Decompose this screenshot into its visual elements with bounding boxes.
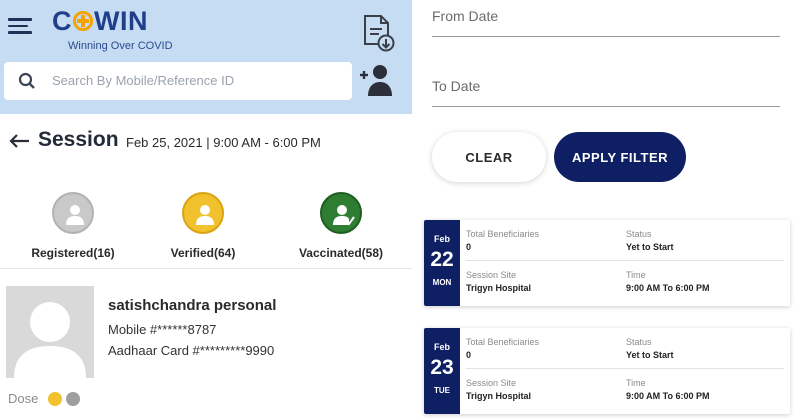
session-date-time: Feb 25, 2021 | 9:00 AM - 6:00 PM (126, 135, 321, 150)
from-date-field[interactable]: From Date (432, 8, 498, 24)
session-screen: C WIN Winning Over COVID Search By Mobile… (0, 0, 412, 419)
status-value: Yet to Start (626, 350, 674, 360)
from-date-underline (432, 36, 780, 37)
session-date-badge: Feb 23 TUE (424, 328, 460, 414)
cowin-logo: C WIN (52, 6, 148, 36)
to-date-underline (432, 106, 780, 107)
time-value: 9:00 AM To 6:00 PM (626, 283, 710, 293)
tab-vaccinated[interactable]: Vaccinated(58) (286, 192, 396, 260)
divider (0, 268, 412, 269)
time-caption: Time (626, 378, 646, 388)
dose-label: Dose (8, 391, 39, 406)
to-date-field[interactable]: To Date (432, 78, 480, 94)
download-document-icon[interactable] (360, 14, 396, 52)
search-icon (18, 72, 35, 89)
session-site-caption: Session Site (466, 270, 517, 280)
status-value: Yet to Start (626, 242, 674, 252)
vaccinated-user-icon (320, 192, 362, 234)
page-title: Session (38, 128, 119, 151)
app-header: C WIN Winning Over COVID Search By Mobile… (0, 0, 412, 114)
total-beneficiaries-caption: Total Beneficiaries (466, 337, 540, 347)
date-weekday: MON (432, 278, 452, 287)
panel-separator (412, 0, 420, 419)
date-day: 22 (430, 248, 454, 271)
apply-filter-button[interactable]: APPLY FILTER (554, 132, 686, 182)
status-caption: Status (626, 337, 652, 347)
date-month: Feb (433, 342, 450, 352)
session-header: Session Feb 25, 2021 | 9:00 AM - 6:00 PM (8, 128, 408, 158)
logo-plus-mark (73, 11, 93, 31)
total-beneficiaries-value: 0 (466, 242, 472, 252)
search-bar[interactable]: Search By Mobile/Reference ID (4, 62, 352, 100)
beneficiary-aadhaar: Aadhaar Card #*********9990 (108, 343, 275, 358)
avatar-placeholder-icon (6, 286, 94, 378)
total-beneficiaries-value: 0 (466, 350, 472, 360)
card-divider (466, 368, 784, 369)
session-card[interactable]: Feb 23 TUE Total Beneficiaries 0 Status … (424, 328, 790, 414)
card-divider (466, 260, 784, 261)
tab-vaccinated-label: Vaccinated(58) (298, 246, 384, 260)
add-user-icon[interactable] (358, 62, 396, 98)
status-caption: Status (626, 229, 652, 239)
registered-user-icon (52, 192, 94, 234)
total-beneficiaries-caption: Total Beneficiaries (466, 229, 540, 239)
session-site-value: Trigyn Hospital (466, 283, 532, 293)
beneficiary-name: satishchandra personal (108, 297, 277, 314)
menu-icon[interactable] (8, 18, 32, 34)
session-filter-screen: From Date To Date CLEAR APPLY FILTER Feb… (420, 0, 800, 419)
tab-registered-label: Registered(16) (31, 246, 115, 260)
back-arrow-icon[interactable] (8, 133, 30, 149)
tab-registered[interactable]: Registered(16) (18, 192, 128, 260)
time-value: 9:00 AM To 6:00 PM (626, 391, 710, 401)
dose-1-indicator (48, 392, 62, 406)
date-day: 23 (430, 356, 454, 379)
app-tagline: Winning Over COVID (68, 40, 173, 52)
tab-verified-label: Verified(64) (170, 246, 236, 260)
session-date-badge: Feb 22 MON (424, 220, 460, 306)
date-month: Feb (433, 234, 450, 244)
session-card[interactable]: Feb 22 MON Total Beneficiaries 0 Status … (424, 220, 790, 306)
clear-button[interactable]: CLEAR (432, 132, 546, 182)
date-weekday: TUE (434, 386, 450, 395)
session-site-value: Trigyn Hospital (466, 391, 532, 401)
verified-user-icon (182, 192, 224, 234)
search-input[interactable]: Search By Mobile/Reference ID (52, 73, 234, 88)
beneficiary-mobile: Mobile #******8787 (108, 322, 217, 337)
tab-verified[interactable]: Verified(64) (148, 192, 258, 260)
session-site-caption: Session Site (466, 378, 517, 388)
dose-2-indicator (66, 392, 80, 406)
time-caption: Time (626, 270, 646, 280)
